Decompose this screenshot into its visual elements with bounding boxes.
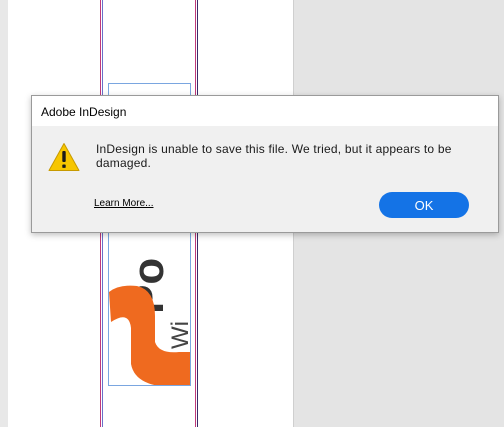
pasteboard [0, 0, 8, 427]
ok-button[interactable]: OK [379, 192, 469, 218]
learn-more-link[interactable]: Learn More... [94, 198, 153, 209]
orange-logo-shape [109, 285, 190, 385]
dialog-titlebar[interactable]: Adobe InDesign [32, 96, 498, 126]
error-dialog: Adobe InDesign InDesign is unable to sav… [31, 95, 499, 233]
warning-icon [48, 143, 80, 171]
dialog-title: Adobe InDesign [41, 105, 127, 119]
error-message: InDesign is unable to save this file. We… [96, 142, 452, 170]
